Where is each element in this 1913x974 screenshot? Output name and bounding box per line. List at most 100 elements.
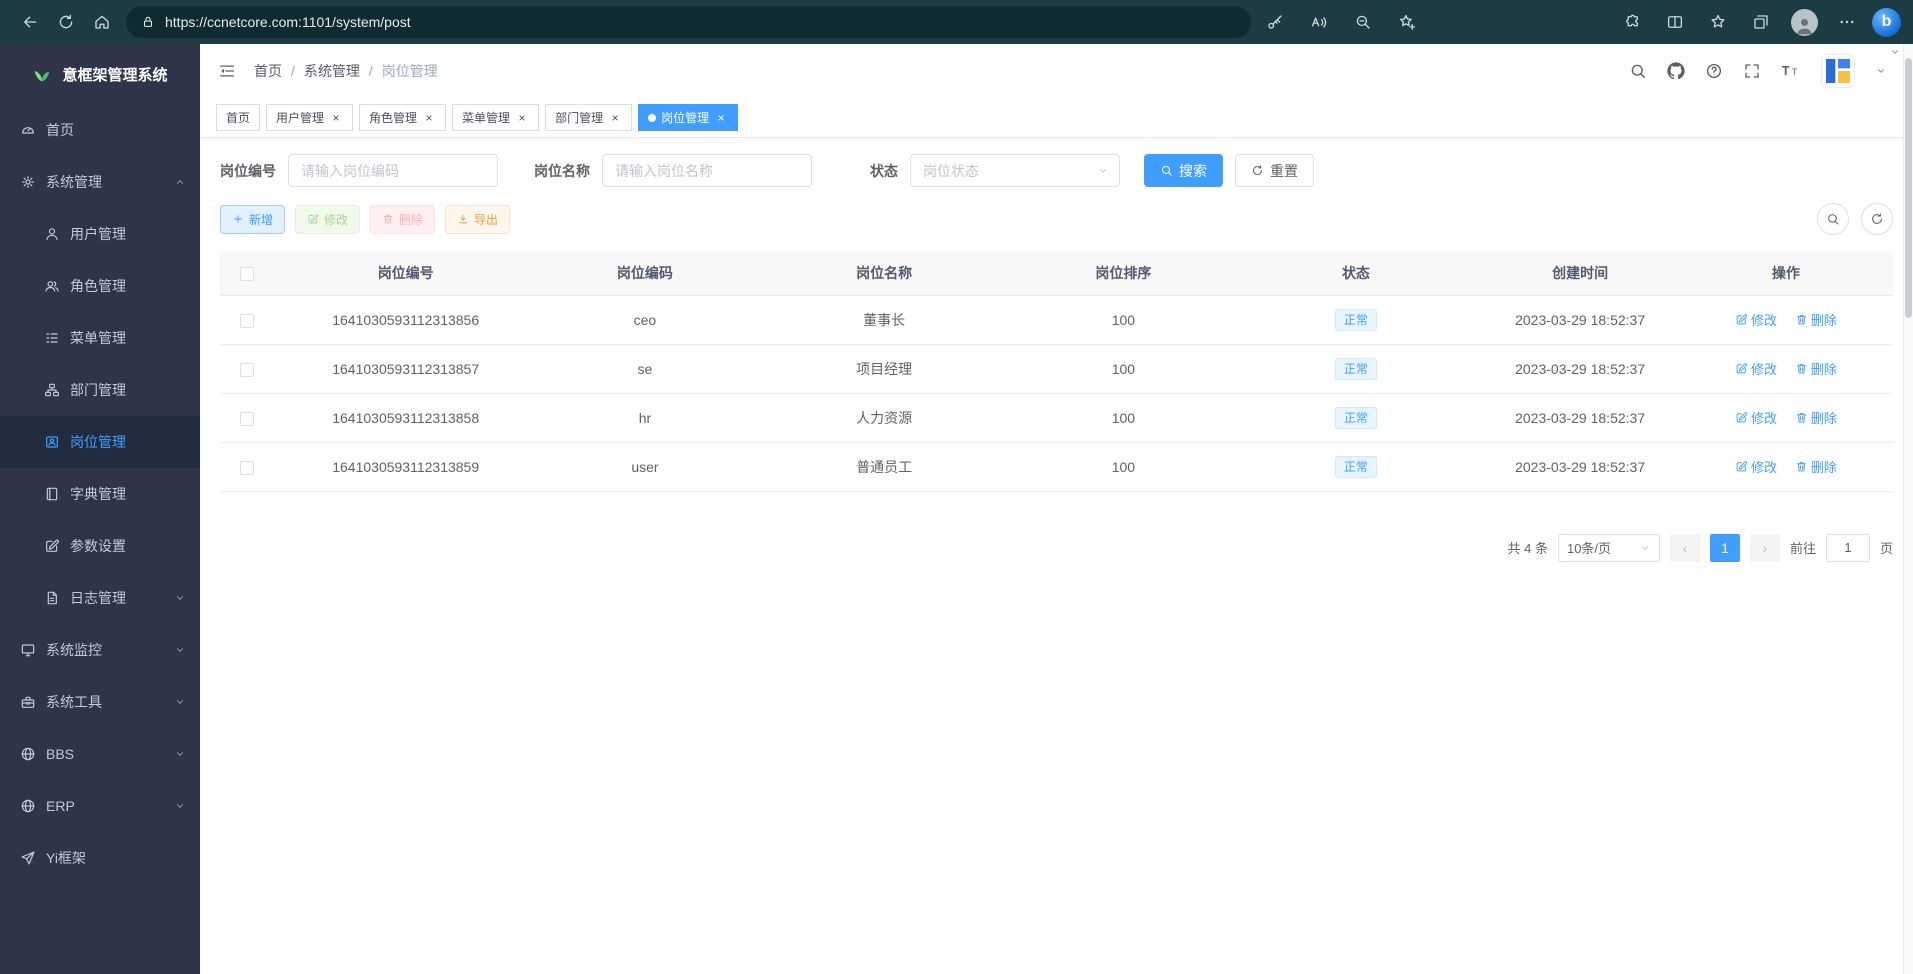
tab-home[interactable]: 首页 <box>216 104 260 131</box>
select-all-checkbox[interactable] <box>240 267 254 281</box>
github-button[interactable] <box>1667 62 1685 80</box>
column-created: 创建时间 <box>1481 251 1678 295</box>
prev-page-button[interactable]: ‹ <box>1670 534 1700 562</box>
cell-created: 2023-03-29 18:52:37 <box>1481 295 1678 344</box>
sidebar-item-departments[interactable]: 部门管理 <box>0 364 200 416</box>
font-size-button[interactable]: TT <box>1781 61 1801 81</box>
status-select[interactable]: 岗位状态 <box>910 154 1120 187</box>
row-edit-link[interactable]: 修改 <box>1735 457 1777 476</box>
zoom-button[interactable] <box>1345 4 1381 40</box>
page-number-button[interactable]: 1 <box>1710 534 1740 562</box>
goto-page-input[interactable] <box>1826 534 1870 562</box>
sidebar-toggle-button[interactable] <box>200 44 254 98</box>
sidebar-item-bbs[interactable]: BBS <box>0 728 200 780</box>
fullscreen-button[interactable] <box>1743 62 1761 80</box>
close-icon[interactable]: × <box>329 111 343 125</box>
dashboard-icon <box>20 122 36 138</box>
sidebar-item-dictionary[interactable]: 字典管理 <box>0 468 200 520</box>
browser-scrollbar[interactable] <box>1903 44 1913 974</box>
toolbar-overflow-caret[interactable] <box>1889 46 1901 58</box>
edit-button[interactable]: 修改 <box>295 205 360 234</box>
edit-icon <box>307 213 319 225</box>
next-page-button[interactable]: › <box>1750 534 1780 562</box>
delete-button[interactable]: 删除 <box>370 205 435 234</box>
status-label: 状态 <box>870 161 898 181</box>
sidebar-item-menus[interactable]: 菜单管理 <box>0 312 200 364</box>
sidebar-item-roles[interactable]: 角色管理 <box>0 260 200 312</box>
reset-button[interactable]: 重置 <box>1235 154 1314 187</box>
user-avatar-logo[interactable] <box>1821 54 1855 88</box>
add-button[interactable]: 新增 <box>220 205 285 234</box>
user-menu-caret[interactable] <box>1875 65 1887 77</box>
row-delete-link[interactable]: 删除 <box>1795 408 1837 427</box>
breadcrumb-home[interactable]: 首页 <box>254 61 282 81</box>
collections-button[interactable] <box>1743 4 1779 40</box>
row-delete-link[interactable]: 删除 <box>1795 457 1837 476</box>
search-button[interactable]: 搜索 <box>1144 154 1223 187</box>
sidebar-item-tools[interactable]: 系统工具 <box>0 676 200 728</box>
favorites-button[interactable] <box>1700 4 1736 40</box>
star-icon <box>1709 13 1727 31</box>
browser-refresh-button[interactable] <box>48 4 84 40</box>
password-key-button[interactable] <box>1257 4 1293 40</box>
app-logo[interactable]: 意框架管理系统 <box>0 44 200 104</box>
row-edit-link[interactable]: 修改 <box>1735 310 1777 329</box>
address-bar[interactable]: https://ccnetcore.com:1101/system/post <box>126 6 1251 38</box>
cell-post-code: se <box>538 344 752 393</box>
sidebar-item-posts[interactable]: 岗位管理 <box>0 416 200 468</box>
tab-user-management[interactable]: 用户管理× <box>266 104 353 131</box>
row-edit-link[interactable]: 修改 <box>1735 359 1777 378</box>
read-aloud-button[interactable] <box>1301 4 1337 40</box>
close-icon[interactable]: × <box>422 111 436 125</box>
sidebar-item-users[interactable]: 用户管理 <box>0 208 200 260</box>
row-checkbox[interactable] <box>240 412 254 426</box>
sidebar-item-yi-framework[interactable]: Yi框架 <box>0 832 200 884</box>
breadcrumb-system[interactable]: 系统管理 <box>304 61 360 81</box>
sidebar-item-system[interactable]: 系统管理 <box>0 156 200 208</box>
filter-status: 状态 岗位状态 <box>870 154 1120 187</box>
sidebar-item-monitoring[interactable]: 系统监控 <box>0 624 200 676</box>
sidebar-item-logs[interactable]: 日志管理 <box>0 572 200 624</box>
row-checkbox[interactable] <box>240 363 254 377</box>
header-search-button[interactable] <box>1629 62 1647 80</box>
row-checkbox[interactable] <box>240 314 254 328</box>
scrollbar-thumb[interactable] <box>1905 58 1912 318</box>
page-size-select[interactable]: 10条/页 <box>1558 534 1660 562</box>
sidebar-item-parameters[interactable]: 参数设置 <box>0 520 200 572</box>
tab-role-management[interactable]: 角色管理× <box>359 104 446 131</box>
browser-profile-button[interactable] <box>1786 4 1822 40</box>
add-favorite-button[interactable] <box>1389 4 1425 40</box>
close-icon[interactable]: × <box>714 111 728 125</box>
row-edit-link[interactable]: 修改 <box>1735 408 1777 427</box>
row-delete-link[interactable]: 删除 <box>1795 359 1837 378</box>
bing-discover-button[interactable]: b <box>1872 8 1901 37</box>
row-delete-link[interactable]: 删除 <box>1795 310 1837 329</box>
show-search-toggle-button[interactable] <box>1817 203 1849 235</box>
sidebar-item-home[interactable]: 首页 <box>0 104 200 156</box>
tab-dept-management[interactable]: 部门管理× <box>545 104 632 131</box>
post-name-label: 岗位名称 <box>534 161 590 181</box>
sidebar-item-erp[interactable]: ERP <box>0 780 200 832</box>
app-navbar: 首页 / 系统管理 / 岗位管理 TT <box>200 44 1913 98</box>
split-screen-button[interactable] <box>1657 4 1693 40</box>
browser-back-button[interactable] <box>12 4 48 40</box>
cell-post-name: 人力资源 <box>752 393 1016 442</box>
browser-home-button[interactable] <box>84 4 120 40</box>
org-tree-icon <box>44 382 60 398</box>
tab-post-management[interactable]: 岗位管理× <box>638 104 738 131</box>
close-icon[interactable]: × <box>608 111 622 125</box>
fullscreen-icon <box>1743 62 1761 80</box>
post-code-input[interactable] <box>288 154 498 187</box>
column-post-name: 岗位名称 <box>752 251 1016 295</box>
post-name-input[interactable] <box>602 154 812 187</box>
chevron-down-icon <box>174 644 186 656</box>
close-icon[interactable]: × <box>515 111 529 125</box>
browser-menu-button[interactable] <box>1829 4 1865 40</box>
help-button[interactable] <box>1705 62 1723 80</box>
extensions-button[interactable] <box>1614 4 1650 40</box>
tab-menu-management[interactable]: 菜单管理× <box>452 104 539 131</box>
trash-icon <box>382 213 394 225</box>
export-button[interactable]: 导出 <box>445 205 510 234</box>
row-checkbox[interactable] <box>240 461 254 475</box>
refresh-table-button[interactable] <box>1861 203 1893 235</box>
